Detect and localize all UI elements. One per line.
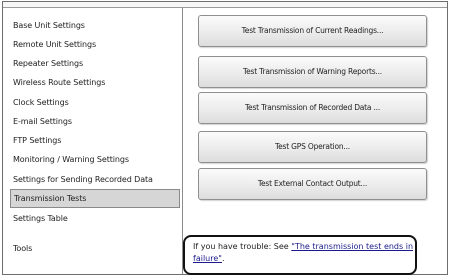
sidebar-item-clock-settings[interactable]: Clock Settings <box>10 93 180 112</box>
test-external-contact-button[interactable]: Test External Contact Output... <box>198 168 427 200</box>
sidebar-item-settings-table[interactable]: Settings Table <box>10 209 180 228</box>
transmission-tests-panel: Test Transmission of Current Readings...… <box>183 8 447 275</box>
sidebar-item-wireless-route-settings[interactable]: Wireless Route Settings <box>10 73 180 92</box>
trouble-prefix: If you have trouble: See <box>193 242 292 251</box>
sidebar-item-tools[interactable]: Tools <box>10 239 180 258</box>
test-current-readings-button[interactable]: Test Transmission of Current Readings... <box>198 15 427 47</box>
settings-window: Base Unit Settings Remote Unit Settings … <box>2 1 448 275</box>
test-gps-operation-button[interactable]: Test GPS Operation... <box>198 131 427 163</box>
sidebar-item-recorded-data-settings[interactable]: Settings for Sending Recorded Data <box>10 170 180 189</box>
trouble-callout: If you have trouble: See "The transmissi… <box>183 235 417 275</box>
sidebar-item-repeater-settings[interactable]: Repeater Settings <box>10 54 180 73</box>
test-recorded-data-button[interactable]: Test Transmission of Recorded Data ... <box>198 92 427 124</box>
sidebar-item-ftp-settings[interactable]: FTP Settings <box>10 131 180 150</box>
test-warning-reports-button[interactable]: Test Transmission of Warning Reports... <box>198 56 427 88</box>
sidebar-item-transmission-tests[interactable]: Transmission Tests <box>10 189 180 208</box>
trouble-suffix: . <box>221 254 225 263</box>
sidebar-item-remote-unit-settings[interactable]: Remote Unit Settings <box>10 35 180 54</box>
trouble-text: If you have trouble: See "The transmissi… <box>193 241 413 265</box>
sidebar-item-base-unit-settings[interactable]: Base Unit Settings <box>10 16 180 35</box>
sidebar-item-email-settings[interactable]: E-mail Settings <box>10 112 180 131</box>
sidebar-item-monitoring-warning-settings[interactable]: Monitoring / Warning Settings <box>10 150 180 169</box>
settings-sidebar: Base Unit Settings Remote Unit Settings … <box>3 8 183 274</box>
